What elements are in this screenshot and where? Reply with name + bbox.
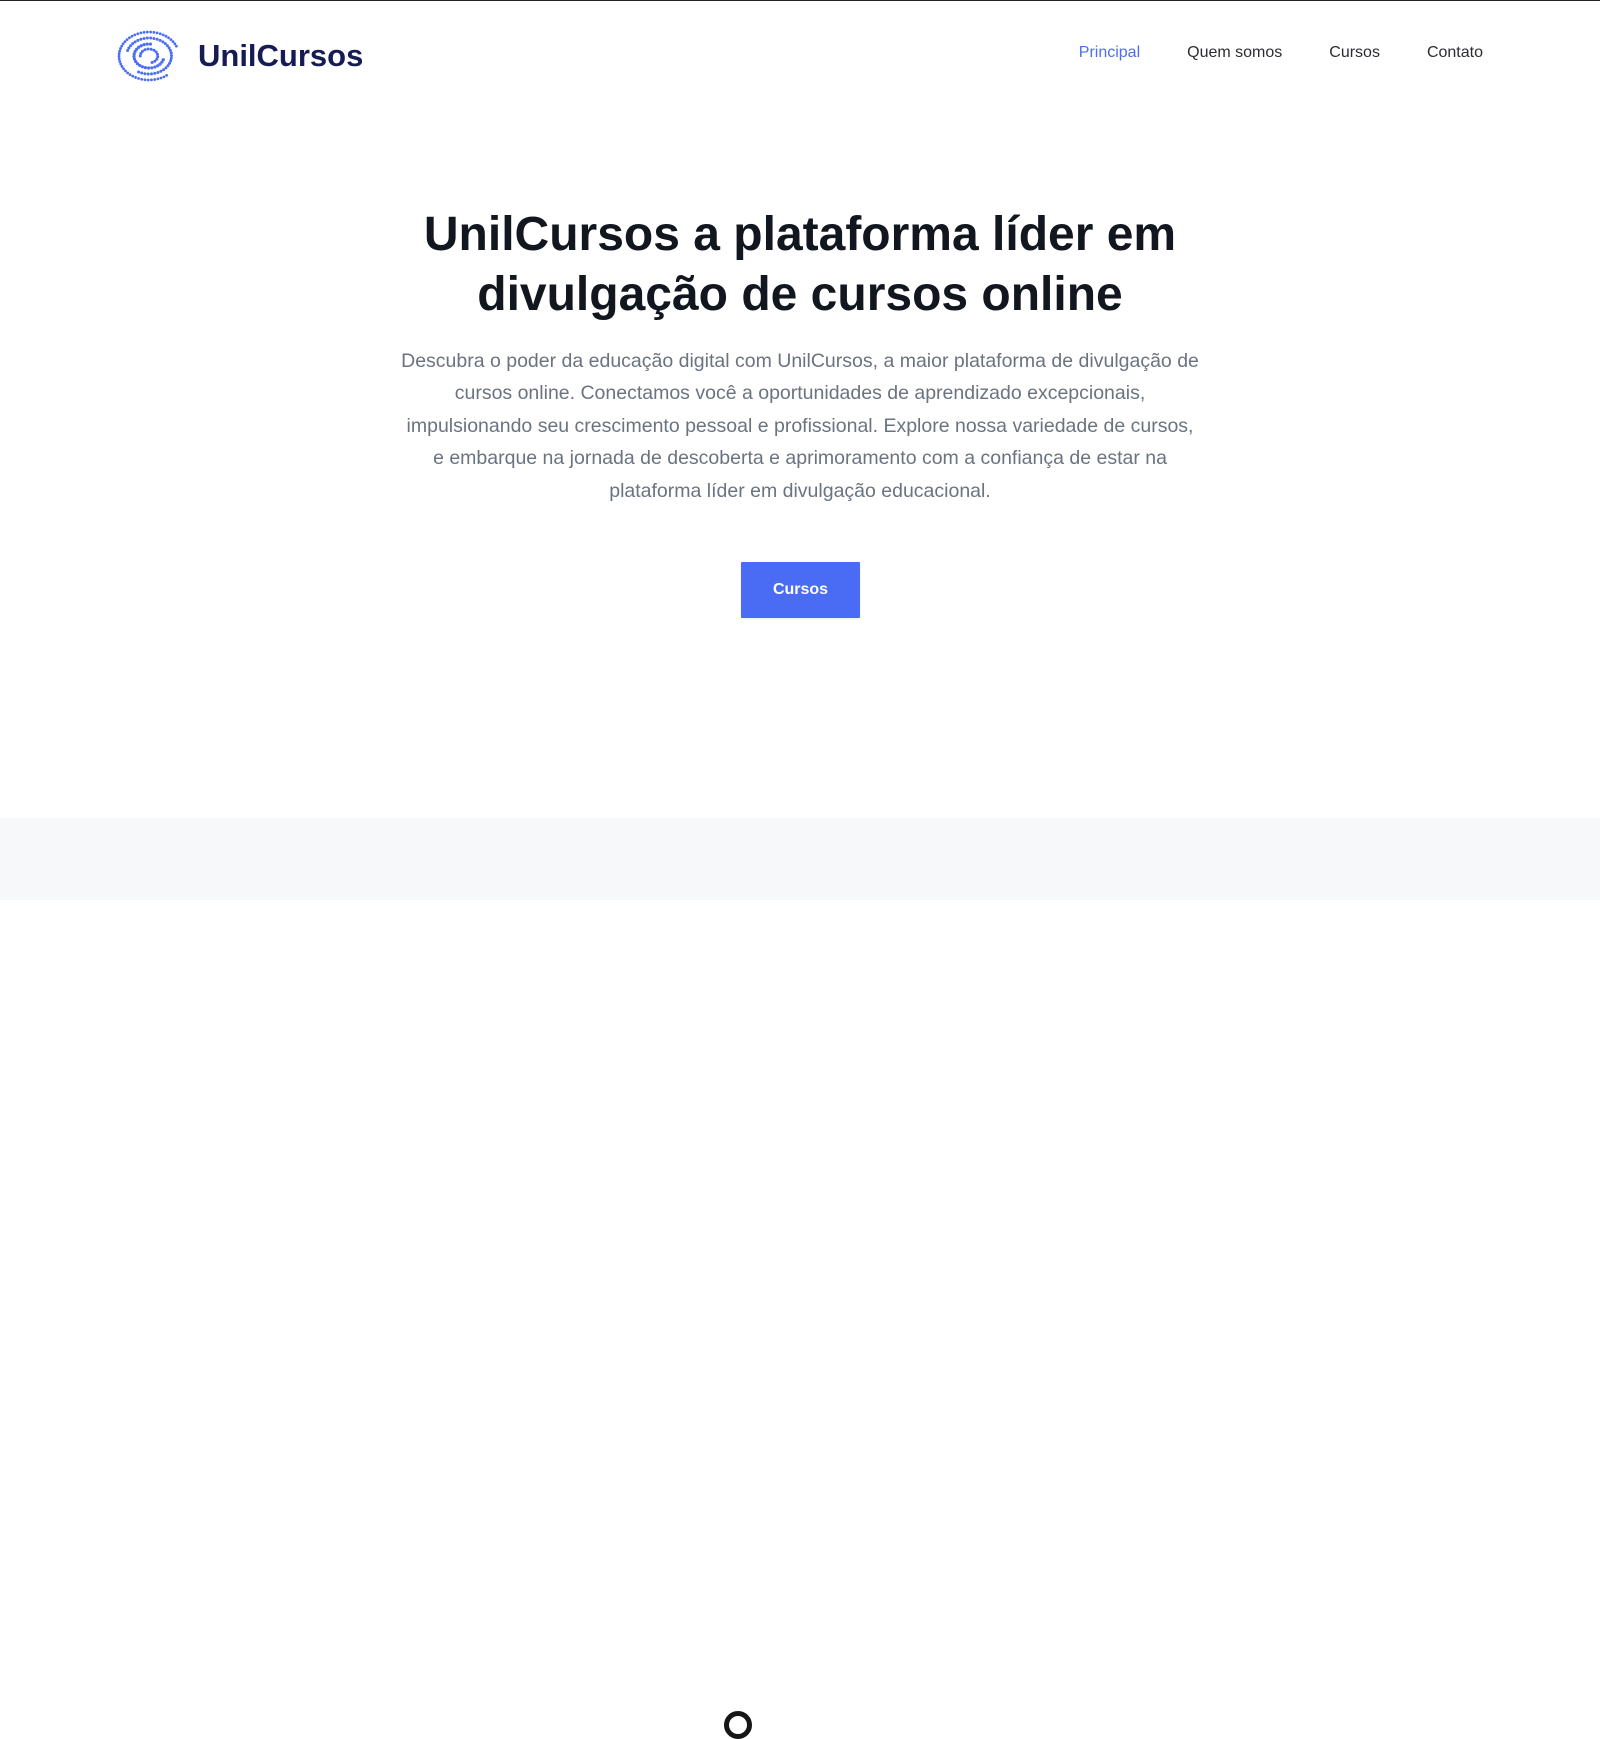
site-header: UnilCursos Principal Quem somos Cursos C… [0, 0, 1600, 112]
nav-item-quem-somos[interactable]: Quem somos [1187, 44, 1282, 62]
brand-link[interactable]: UnilCursos [116, 30, 363, 82]
section-icon [724, 1711, 752, 1739]
nav-item-cursos[interactable]: Cursos [1329, 44, 1380, 62]
nav-item-contato[interactable]: Contato [1427, 44, 1483, 62]
hero-title: UnilCursos a plataforma líder em divulga… [423, 208, 1177, 321]
brand-name: UnilCursos [198, 38, 364, 73]
nav-item-principal[interactable]: Principal [1079, 44, 1140, 62]
spiral-dots-logo-icon [117, 30, 178, 82]
next-section [0, 818, 1600, 1739]
cursos-button[interactable]: Cursos [741, 562, 860, 618]
main-nav: Principal Quem somos Cursos Contato [1079, 44, 1483, 62]
hero-description: Descubra o poder da educação digital com… [401, 350, 1199, 502]
